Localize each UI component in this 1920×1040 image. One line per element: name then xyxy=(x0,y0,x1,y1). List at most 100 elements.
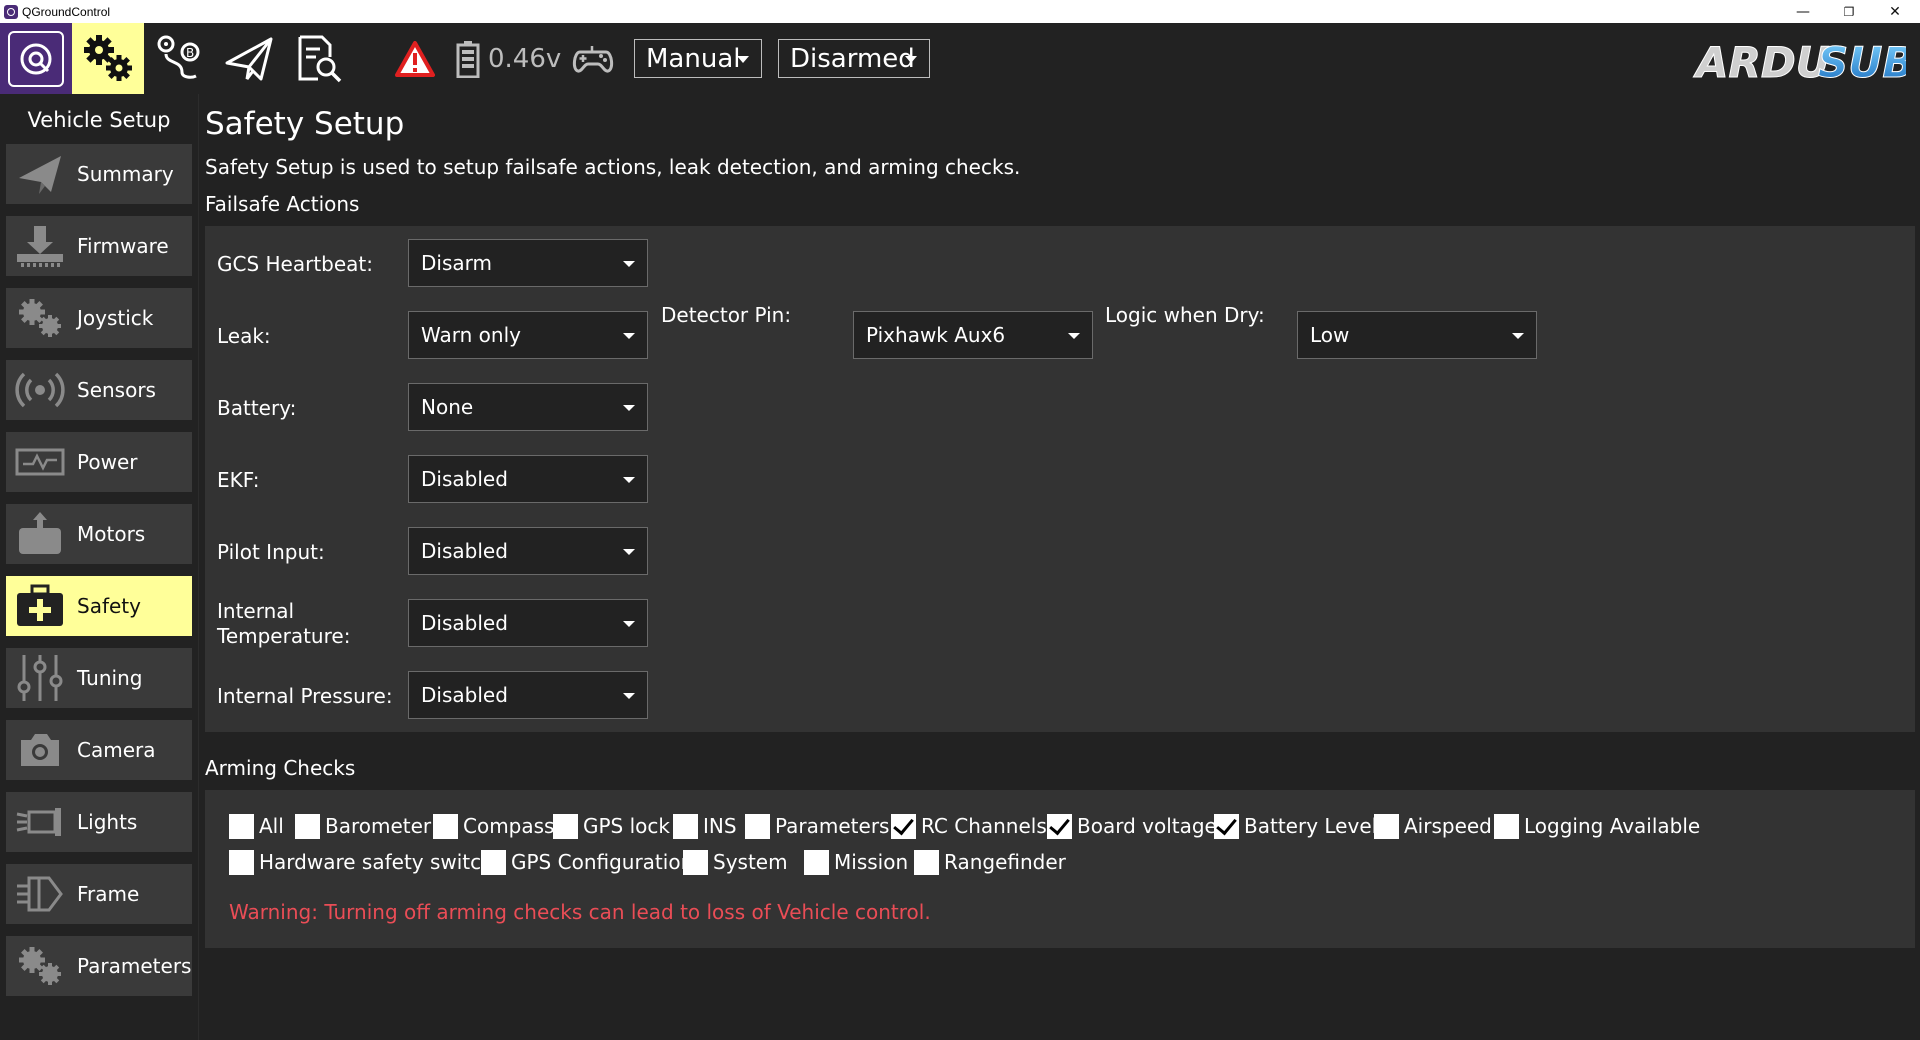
arming-check-parameters-checkbox[interactable] xyxy=(745,813,770,839)
message-warning-button[interactable] xyxy=(390,23,440,94)
arming-check-compass[interactable]: Compass xyxy=(433,812,554,840)
sidebar-item-label: Camera xyxy=(77,738,156,762)
arming-check-ins-label: INS xyxy=(703,814,737,838)
flight-mode-select[interactable]: Manual xyxy=(634,39,762,78)
arming-check-battery-level-label: Battery Level xyxy=(1244,814,1378,838)
arming-check-rc-channels-checkbox[interactable] xyxy=(891,813,916,839)
arming-check-logging-available[interactable]: Logging Available xyxy=(1494,812,1700,840)
battery-select[interactable]: None xyxy=(408,383,648,431)
sidebar-item-label: Sensors xyxy=(77,378,156,402)
pilot-input-select[interactable]: Disabled xyxy=(408,527,648,575)
arming-check-mission-label: Mission xyxy=(834,850,909,874)
gcs-heartbeat-label: GCS Heartbeat: xyxy=(217,252,374,276)
internal-pressure-value: Disabled xyxy=(421,683,508,707)
internal-temperature-value: Disabled xyxy=(421,611,508,635)
sidebar-item-tuning[interactable]: Tuning xyxy=(6,648,192,708)
arming-check-board-voltage[interactable]: Board voltage xyxy=(1047,812,1217,840)
sidebar-item-safety[interactable]: Safety xyxy=(6,576,192,636)
arming-check-hardware-safety-switch-checkbox[interactable] xyxy=(229,849,254,875)
sidebar-divider xyxy=(198,94,199,1040)
battery-indicator[interactable]: 0.46v xyxy=(456,23,561,94)
arming-check-rangefinder[interactable]: Rangefinder xyxy=(914,848,1066,876)
analyze-view-button[interactable] xyxy=(284,23,354,94)
arm-state-select[interactable]: Disarmed xyxy=(778,39,930,78)
arming-check-mission[interactable]: Mission xyxy=(804,848,908,876)
sidebar-item-lights[interactable]: Lights xyxy=(6,792,192,852)
arming-check-rc-channels[interactable]: RC Channels xyxy=(891,812,1047,840)
vehicle-setup-button[interactable] xyxy=(72,23,144,94)
plan-view-button[interactable]: B xyxy=(144,23,214,94)
arming-checks-section-title: Arming Checks xyxy=(205,756,356,780)
arming-check-board-voltage-checkbox[interactable] xyxy=(1047,813,1072,839)
sidebar-item-label: Tuning xyxy=(77,666,143,690)
arming-check-rangefinder-checkbox[interactable] xyxy=(914,849,939,875)
leak-label: Leak: xyxy=(217,324,271,348)
arming-check-battery-level-checkbox[interactable] xyxy=(1214,813,1239,839)
restore-button[interactable]: ❐ xyxy=(1826,0,1872,23)
arming-check-gps-configuration-label: GPS Configuration xyxy=(511,850,694,874)
arming-check-ins-checkbox[interactable] xyxy=(673,813,698,839)
internal-temperature-label-line2: Temperature: xyxy=(217,624,351,648)
sidebar-item-frame[interactable]: Frame xyxy=(6,864,192,924)
arming-check-barometer-checkbox[interactable] xyxy=(295,813,320,839)
sidebar-item-joystick[interactable]: Joystick xyxy=(6,288,192,348)
internal-pressure-select[interactable]: Disabled xyxy=(408,671,648,719)
gcs-heartbeat-select[interactable]: Disarm xyxy=(408,239,648,287)
arming-check-parameters-label: Parameters xyxy=(775,814,890,838)
arming-check-gps-configuration[interactable]: GPS Configuration xyxy=(481,848,693,876)
arming-check-mission-checkbox[interactable] xyxy=(804,849,829,875)
arming-check-system-checkbox[interactable] xyxy=(683,849,708,875)
arming-check-gps-lock-checkbox[interactable] xyxy=(553,813,578,839)
battery-icon xyxy=(456,40,480,78)
chevron-down-icon xyxy=(623,261,635,267)
arming-check-compass-checkbox[interactable] xyxy=(433,813,458,839)
arming-checks-panel: All Barometer Compass GPS lock INS Parameters… xyxy=(205,790,1915,948)
arm-state-value: Disarmed xyxy=(790,43,915,74)
arming-checks-warning: Warning: Turning off arming checks can l… xyxy=(229,900,931,924)
sidebar-item-parameters[interactable]: Parameters xyxy=(6,936,192,996)
leak-select[interactable]: Warn only xyxy=(408,311,648,359)
sliders-icon xyxy=(12,648,68,708)
arming-check-airspeed[interactable]: Airspeed xyxy=(1374,812,1492,840)
logic-when-dry-select[interactable]: Low xyxy=(1297,311,1537,359)
arming-check-board-voltage-label: Board voltage xyxy=(1077,814,1217,838)
arming-check-hardware-safety-switch[interactable]: Hardware safety switch xyxy=(229,848,494,876)
joystick-indicator[interactable] xyxy=(570,23,616,94)
arming-check-gps-configuration-checkbox[interactable] xyxy=(481,849,506,875)
document-search-icon xyxy=(298,35,342,82)
minimize-button[interactable]: — xyxy=(1780,0,1826,23)
paper-plane-icon xyxy=(225,37,273,80)
internal-temperature-select[interactable]: Disabled xyxy=(408,599,648,647)
sidebar-item-label: Lights xyxy=(77,810,138,834)
sidebar-item-sensors[interactable]: Sensors xyxy=(6,360,192,420)
sidebar-item-power[interactable]: Power xyxy=(6,432,192,492)
fly-view-button[interactable] xyxy=(214,23,284,94)
arming-check-logging-available-checkbox[interactable] xyxy=(1494,813,1519,839)
arming-check-hardware-safety-switch-label: Hardware safety switch xyxy=(259,850,494,874)
arming-check-battery-level[interactable]: Battery Level xyxy=(1214,812,1377,840)
sidebar-item-label: Joystick xyxy=(77,306,154,330)
arming-check-barometer[interactable]: Barometer xyxy=(295,812,431,840)
arming-check-all-checkbox[interactable] xyxy=(229,813,254,839)
internal-temperature-label-line1: Internal xyxy=(217,599,295,623)
detector-pin-select[interactable]: Pixhawk Aux6 xyxy=(853,311,1093,359)
ekf-select[interactable]: Disabled xyxy=(408,455,648,503)
sidebar-item-motors[interactable]: Motors xyxy=(6,504,192,564)
pilot-input-value: Disabled xyxy=(421,539,508,563)
detector-pin-label: Detector Pin: xyxy=(661,303,792,327)
arming-check-rangefinder-label: Rangefinder xyxy=(944,850,1066,874)
arming-check-airspeed-checkbox[interactable] xyxy=(1374,813,1399,839)
arming-check-gps-lock[interactable]: GPS lock xyxy=(553,812,670,840)
sidebar-item-camera[interactable]: Camera xyxy=(6,720,192,780)
failsafe-section-title: Failsafe Actions xyxy=(205,192,360,216)
paper-plane-icon xyxy=(12,144,68,204)
sidebar-item-summary[interactable]: Summary xyxy=(6,144,192,204)
arming-check-parameters[interactable]: Parameters xyxy=(745,812,889,840)
qgc-settings-button[interactable] xyxy=(0,23,72,94)
arming-check-all[interactable]: All xyxy=(229,812,284,840)
arming-check-system[interactable]: System xyxy=(683,848,788,876)
main-toolbar: B 0.46v Manual Disarmed ARDU SUB xyxy=(0,23,1920,94)
close-button[interactable]: ✕ xyxy=(1872,0,1918,23)
arming-check-ins[interactable]: INS xyxy=(673,812,737,840)
sidebar-item-firmware[interactable]: Firmware xyxy=(6,216,192,276)
